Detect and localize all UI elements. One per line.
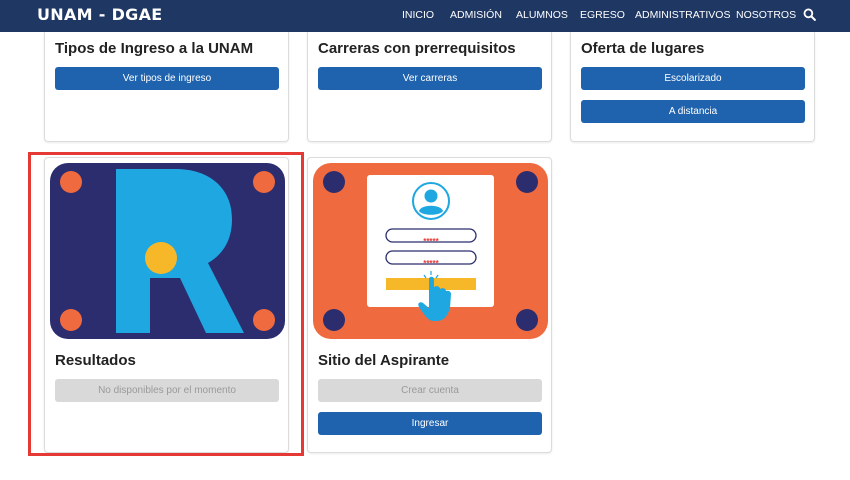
card-title-aspirante: Sitio del Aspirante <box>318 352 450 369</box>
crear-cuenta-button: Crear cuenta <box>318 379 542 402</box>
brand-logo[interactable]: UNAM - DGAE <box>37 5 163 24</box>
masked-username-field: ***** <box>423 237 439 246</box>
nav-item-inicio[interactable]: INICIO <box>402 9 434 21</box>
card-carreras: Carreras con prerrequisitos Ver carreras <box>307 32 552 142</box>
card-resultados: Resultados No disponibles por el momento <box>44 157 289 453</box>
ingresar-button[interactable]: Ingresar <box>318 412 542 435</box>
nav-item-administrativos[interactable]: ADMINISTRATIVOS <box>635 9 730 21</box>
nav-item-egreso[interactable]: EGRESO <box>580 9 625 21</box>
nav-item-nosotros[interactable]: NOSOTROS <box>736 9 796 21</box>
card-title-resultados: Resultados <box>55 352 136 369</box>
card-title-tipos-ingreso: Tipos de Ingreso a la UNAM <box>55 40 254 57</box>
ver-carreras-button[interactable]: Ver carreras <box>318 67 542 90</box>
search-icon[interactable] <box>803 8 816 21</box>
masked-password-field: ***** <box>423 259 439 268</box>
login-form-icon <box>313 163 548 339</box>
nav-item-admision[interactable]: ADMISIÓN <box>450 9 502 21</box>
card-sitio-aspirante: ***** ***** Sitio del Aspirante Crear cu… <box>307 157 552 453</box>
card-title-carreras: Carreras con prerrequisitos <box>318 40 516 57</box>
a-distancia-button[interactable]: A distancia <box>581 100 805 123</box>
card-tipos-ingreso: Tipos de Ingreso a la UNAM Ver tipos de … <box>44 32 289 142</box>
card-oferta-lugares: Oferta de lugares Escolarizado A distanc… <box>570 32 815 142</box>
resultados-disabled-button: No disponibles por el momento <box>55 379 279 402</box>
ver-tipos-ingreso-button[interactable]: Ver tipos de ingreso <box>55 67 279 90</box>
card-title-oferta: Oferta de lugares <box>581 40 705 57</box>
r-logo-icon <box>50 163 285 339</box>
escolarizado-button[interactable]: Escolarizado <box>581 67 805 90</box>
top-navbar: UNAM - DGAE INICIO ADMISIÓN ALUMNOS EGRE… <box>0 0 850 32</box>
nav-item-alumnos[interactable]: ALUMNOS <box>516 9 568 21</box>
